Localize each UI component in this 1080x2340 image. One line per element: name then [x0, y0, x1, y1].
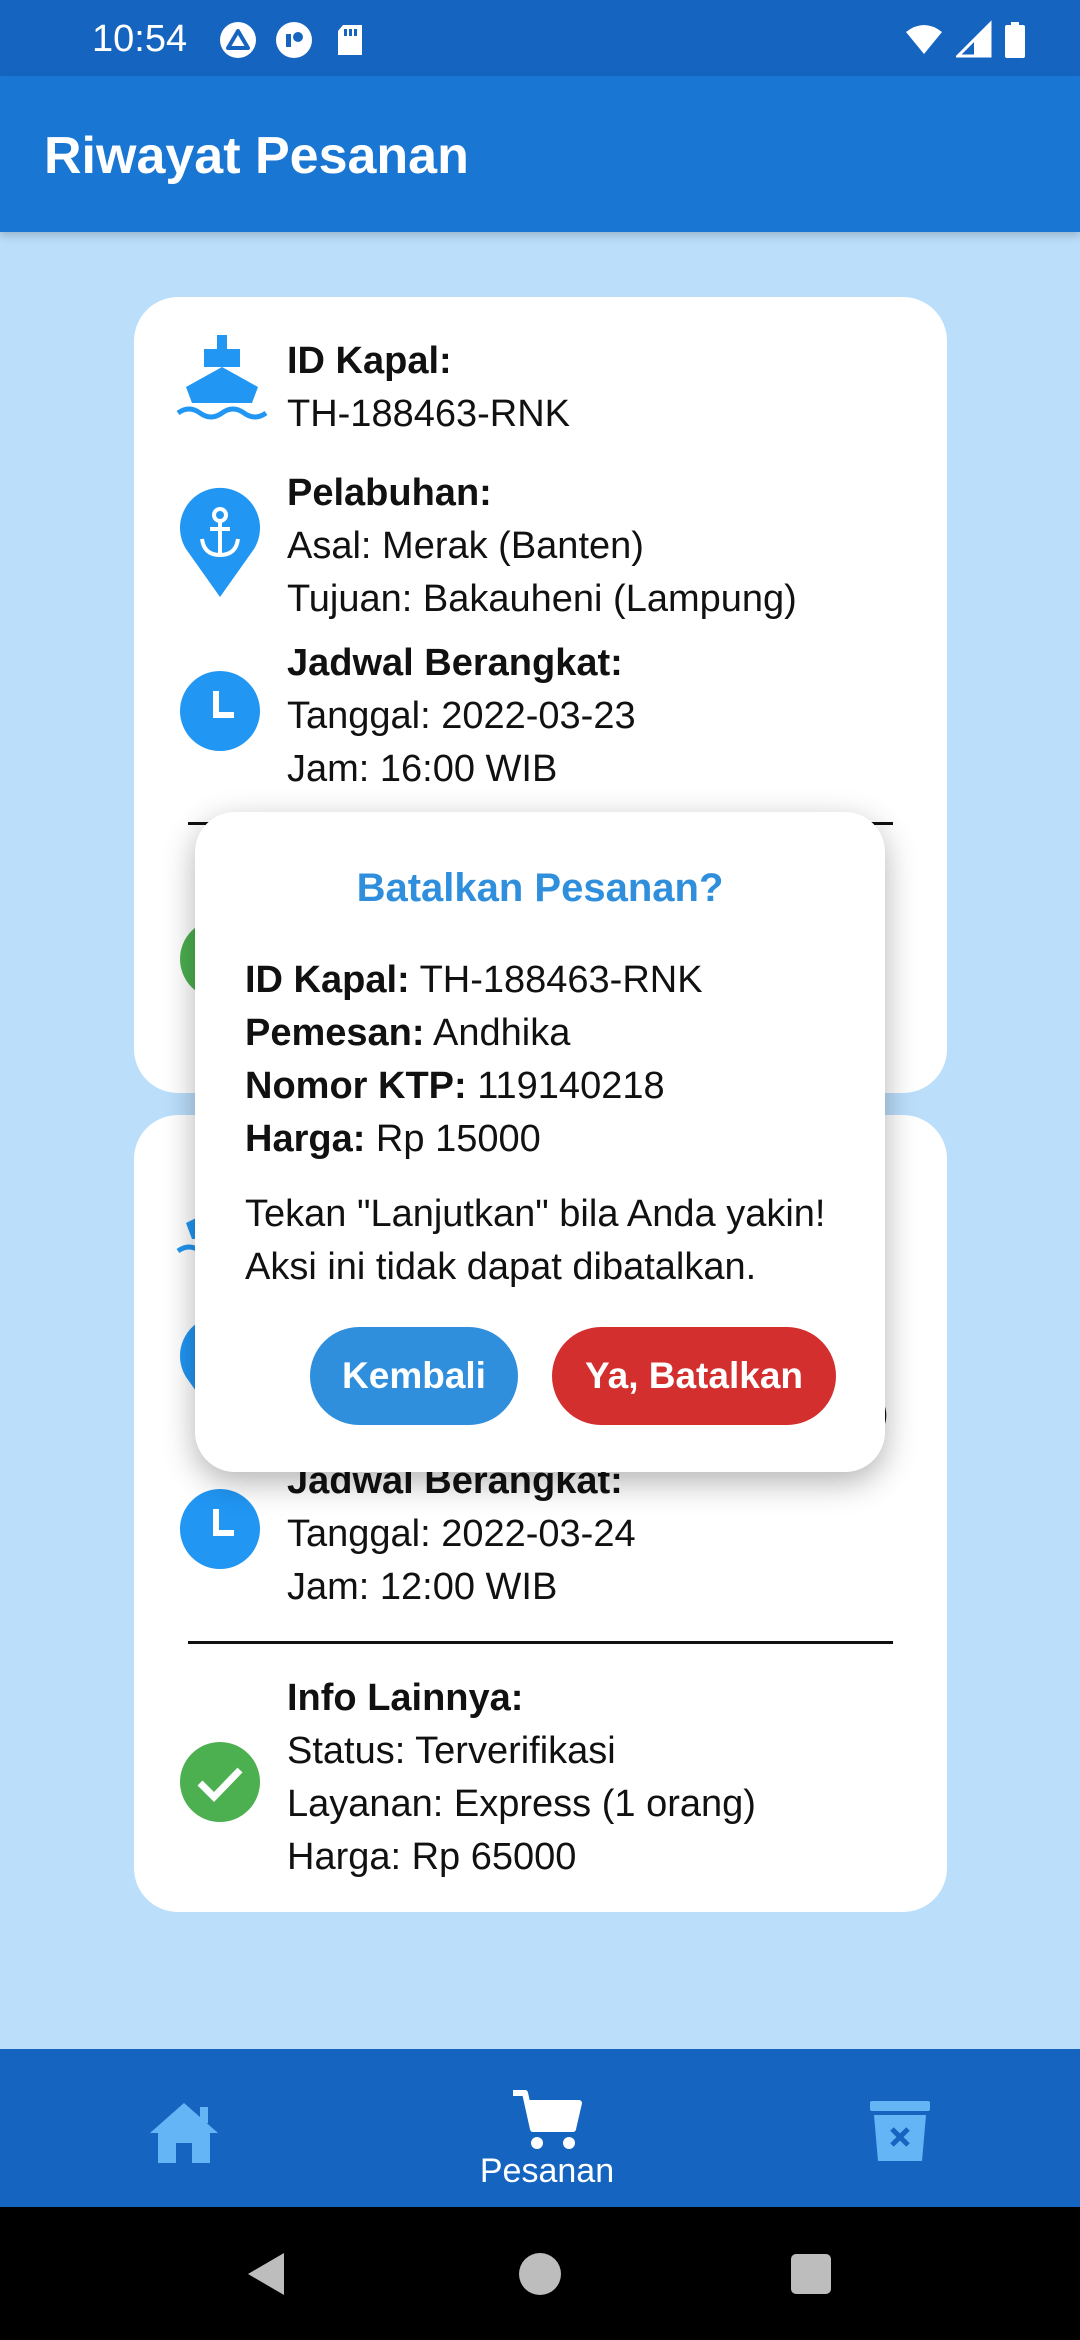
dialog-customer-key: Pemesan: — [245, 1012, 425, 1054]
dialog-ktp-line: Nomor KTP: 119140218 — [245, 1060, 703, 1113]
dialog-price-line: Harga: Rp 15000 — [245, 1113, 703, 1166]
dialog-customer-value: Andhika — [424, 1012, 571, 1054]
back-nav-icon[interactable] — [244, 2249, 294, 2299]
dialog-ship-key: ID Kapal: — [245, 959, 410, 1001]
dialog-message-line1: Tekan "Lanjutkan" bila Anda yakin! — [245, 1193, 826, 1235]
home-icon[interactable] — [148, 2099, 220, 2165]
dialog-message-line2: Aksi ini tidak dapat dibatalkan. — [245, 1246, 757, 1288]
bottom-nav: Pesanan — [0, 2049, 1080, 2207]
dialog-ship-value: TH-188463-RNK — [409, 959, 703, 1001]
home-nav-icon[interactable] — [515, 2249, 565, 2299]
dialog-ship-line: ID Kapal: TH-188463-RNK — [245, 954, 703, 1007]
dialog-customer-line: Pemesan: Andhika — [245, 1007, 703, 1060]
dialog-order-info: ID Kapal: TH-188463-RNK Pemesan: Andhika… — [245, 954, 703, 1166]
confirm-cancel-button[interactable]: Ya, Batalkan — [552, 1327, 836, 1425]
nav-item-orders[interactable]: Pesanan — [462, 2087, 632, 2191]
dialog-price-key: Harga: — [245, 1118, 366, 1160]
dialog-ktp-key: Nomor KTP: — [245, 1065, 467, 1107]
recents-nav-icon[interactable] — [786, 2249, 836, 2299]
dialog-title: Batalkan Pesanan? — [356, 866, 724, 910]
system-nav-bar — [0, 2207, 1080, 2340]
dialog-price-value: Rp 15000 — [365, 1118, 541, 1160]
cart-icon — [513, 2090, 582, 2149]
cancel-bin-icon[interactable] — [868, 2097, 932, 2163]
nav-orders-label: Pesanan — [479, 2152, 615, 2190]
dialog-ktp-value: 119140218 — [466, 1065, 665, 1107]
dialog-message: Tekan "Lanjutkan" bila Anda yakin! Aksi … — [245, 1188, 825, 1294]
cancel-order-dialog: Batalkan Pesanan? ID Kapal: TH-188463-RN… — [195, 812, 885, 1472]
back-button[interactable]: Kembali — [310, 1327, 518, 1425]
